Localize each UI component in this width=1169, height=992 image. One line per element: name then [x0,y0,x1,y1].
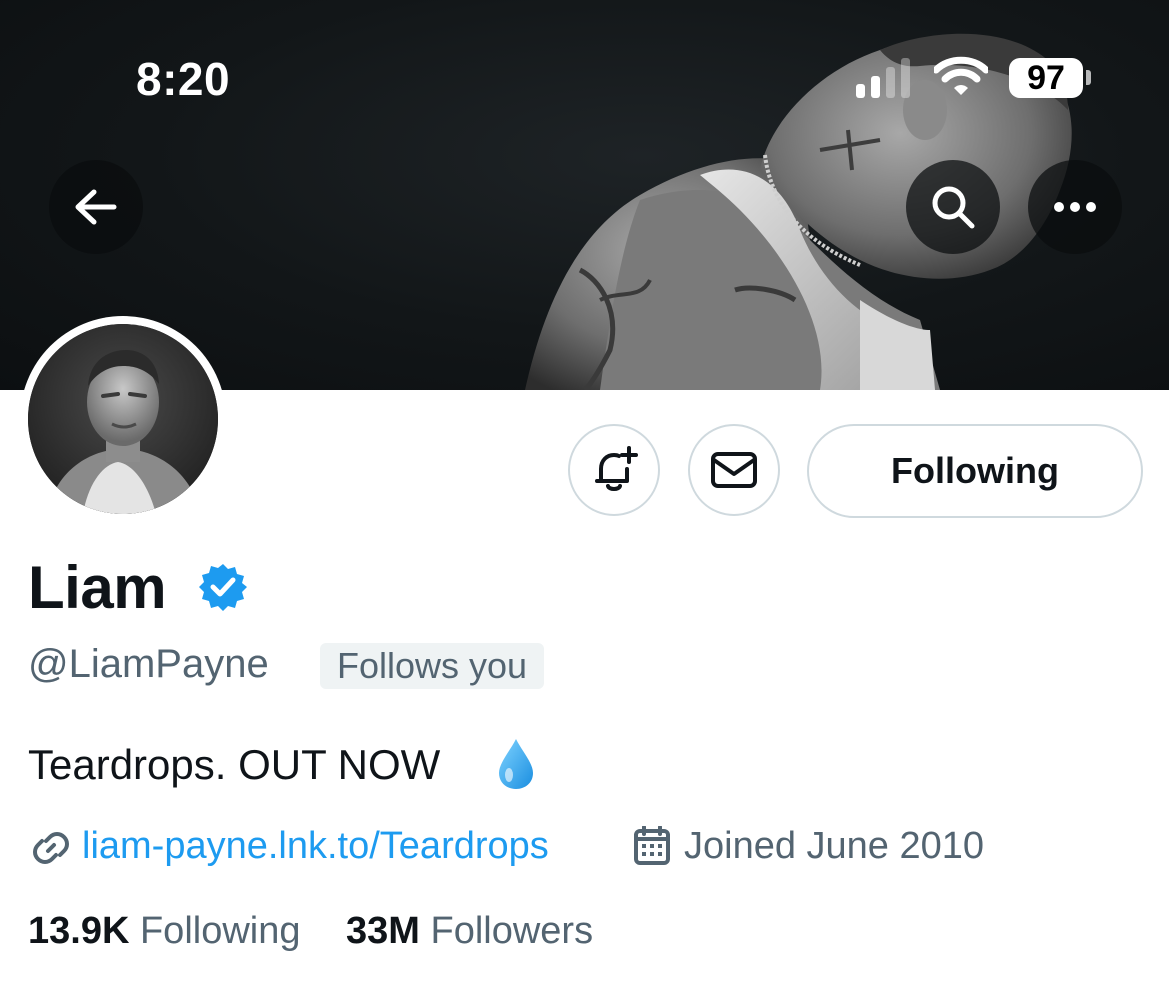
signal-icon [856,58,910,98]
notifications-button[interactable] [568,424,660,516]
avatar-photo [28,324,218,514]
display-name: Liam [28,554,167,621]
followers-stat[interactable]: 33M Followers [346,908,593,954]
more-button[interactable] [1028,160,1122,254]
following-stat[interactable]: 13.9K Following [28,908,301,954]
link-icon [33,832,69,864]
followers-label: Followers [430,910,594,952]
bell-plus-icon [595,446,638,491]
wifi-icon [934,56,988,95]
follows-you-badge: Follows you [320,643,545,689]
message-button[interactable] [688,424,780,516]
battery-indicator: 97 [1009,58,1083,98]
battery-icon [1086,70,1091,85]
droplet-icon [499,739,533,789]
search-button[interactable] [906,160,1000,254]
back-button[interactable] [49,160,143,254]
following-button[interactable]: Following [807,424,1143,518]
calendar-icon [634,826,670,865]
followers-count: 33M [346,910,420,952]
verified-badge-icon [199,564,247,611]
following-label: Following [139,910,301,952]
mail-icon [711,452,757,488]
more-icon [1054,202,1096,212]
profile-handle: @LiamPayne [28,642,269,686]
avatar[interactable] [28,324,218,514]
status-time: 8:20 [136,53,231,105]
back-arrow-icon [75,189,117,225]
joined-date: Joined June 2010 [684,825,985,867]
profile-website-link[interactable]: liam-payne.lnk.to/Teardrops [82,823,549,869]
following-count: 13.9K [28,910,130,952]
profile-bio: Teardrops. OUT NOW [28,741,441,788]
search-icon [932,186,975,229]
